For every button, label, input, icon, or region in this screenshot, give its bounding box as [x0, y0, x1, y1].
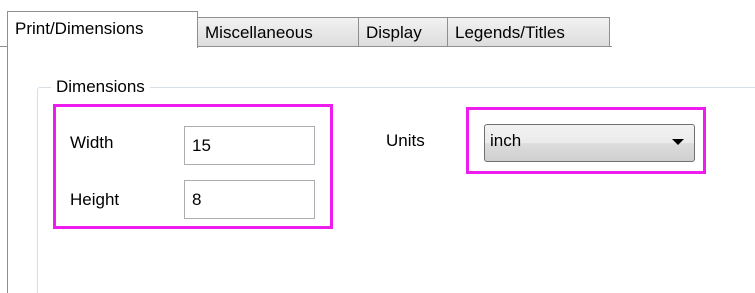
tab-print-dimensions[interactable]: Print/Dimensions [7, 11, 198, 48]
units-label: Units [386, 131, 425, 150]
tab-legends-titles[interactable]: Legends/Titles [447, 17, 610, 47]
tab-display[interactable]: Display [358, 17, 448, 47]
chevron-down-icon[interactable] [672, 139, 684, 145]
dialog-panel: Legends/Titles Display Miscellaneous Pri… [0, 0, 755, 293]
width-label: Width [70, 133, 114, 152]
units-selected-value: inch [490, 131, 522, 150]
panel-border [7, 46, 8, 293]
height-field[interactable] [184, 180, 315, 219]
dimensions-group-title: Dimensions [51, 76, 150, 98]
width-field[interactable] [184, 126, 315, 165]
height-label: Height [70, 190, 120, 209]
tab-miscellaneous[interactable]: Miscellaneous [197, 17, 359, 47]
units-dropdown[interactable]: inch [484, 124, 695, 162]
